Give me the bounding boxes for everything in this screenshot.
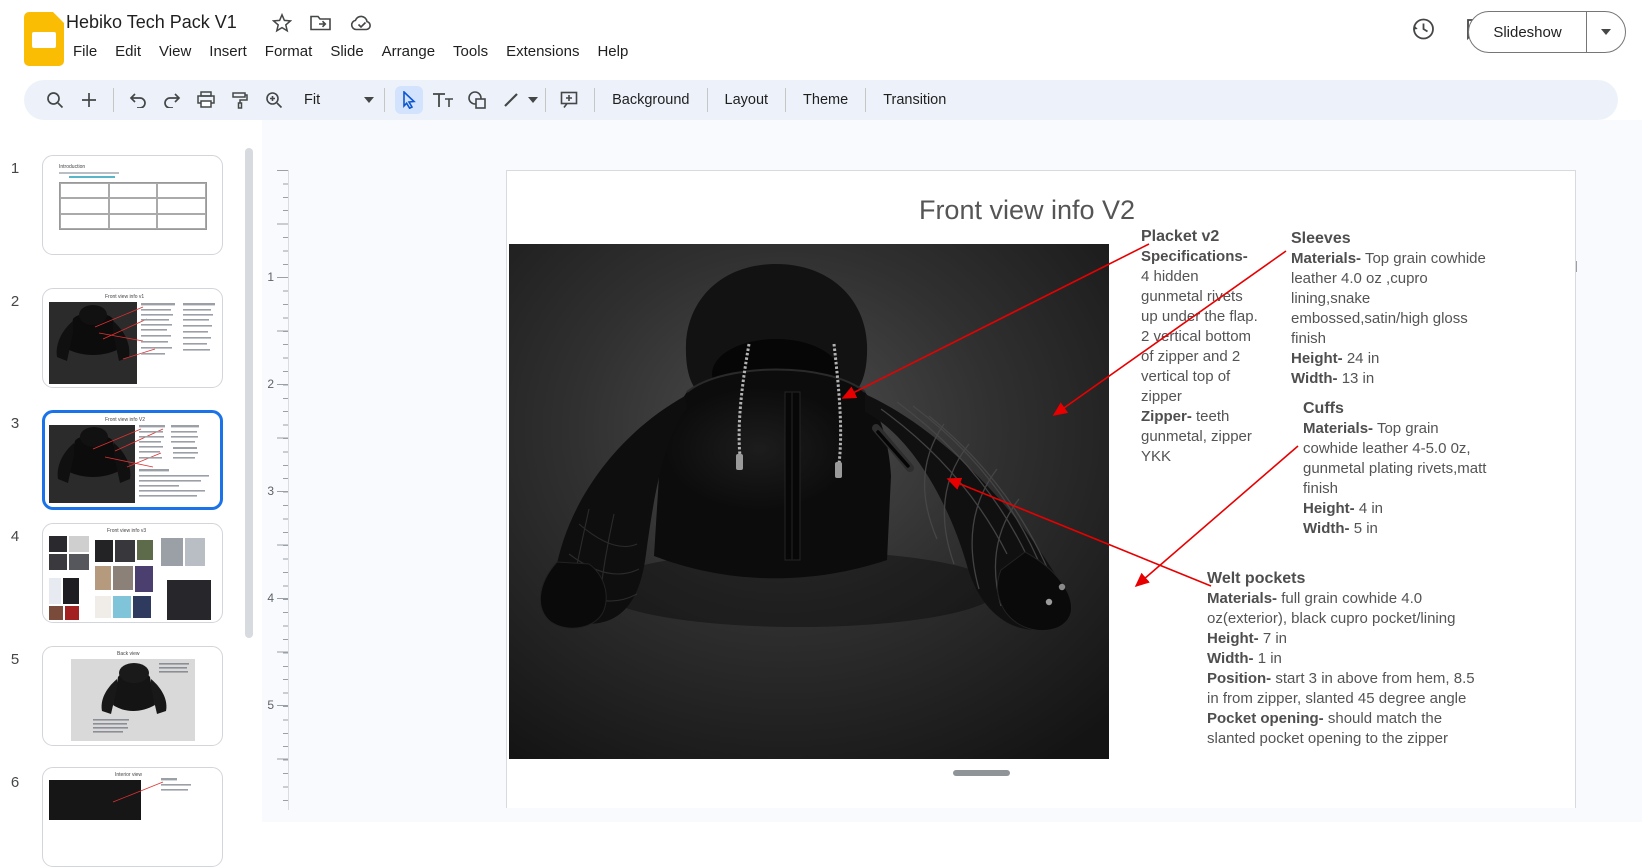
slide-canvas[interactable]: Front view info V2 bbox=[506, 170, 1576, 808]
thumbnail-art bbox=[43, 524, 223, 623]
slide-number: 2 bbox=[2, 293, 28, 310]
slideshow-dropdown-button[interactable] bbox=[1587, 29, 1625, 35]
annotation-sleeves[interactable]: Sleeves Materials- Top grain cowhide lea… bbox=[1291, 229, 1491, 389]
menu-format[interactable]: Format bbox=[256, 40, 322, 63]
text-box-icon[interactable] bbox=[429, 86, 457, 114]
filmstrip-panel: 1 Introduction 2 Front view info v1 3 bbox=[0, 120, 262, 822]
menu-insert[interactable]: Insert bbox=[200, 40, 256, 63]
vertical-ruler: 1 2 3 4 5 bbox=[258, 170, 292, 810]
menu-view[interactable]: View bbox=[150, 40, 200, 63]
print-icon[interactable] bbox=[192, 86, 220, 114]
slide-thumbnail-6[interactable]: Interior view bbox=[42, 767, 223, 867]
slide-title[interactable]: Front view info V2 bbox=[837, 195, 1217, 226]
line-tool-icon[interactable] bbox=[497, 86, 525, 114]
zoom-value: Fit bbox=[294, 92, 330, 108]
menu-extensions[interactable]: Extensions bbox=[497, 40, 588, 63]
slide-number: 1 bbox=[2, 160, 28, 177]
slides-logo-icon[interactable] bbox=[24, 12, 64, 66]
insert-comment-icon[interactable] bbox=[556, 86, 584, 114]
line-tool-caret-icon[interactable] bbox=[528, 97, 538, 103]
search-menus-icon[interactable] bbox=[41, 86, 69, 114]
toolbar: Fit Background Layout Theme Transition bbox=[24, 80, 1618, 120]
zoom-caret-icon bbox=[364, 97, 374, 103]
menu-file[interactable]: File bbox=[64, 40, 106, 63]
slide-thumbnail-3-selected[interactable]: Front view info V2 bbox=[42, 410, 223, 510]
annotation-placket[interactable]: Placket v2 Specifications- 4 hidden gunm… bbox=[1141, 227, 1259, 467]
thumbnail-art bbox=[43, 768, 223, 867]
menu-slide[interactable]: Slide bbox=[321, 40, 372, 63]
select-tool-icon[interactable] bbox=[395, 86, 423, 114]
slide-thumbnail-1[interactable]: Introduction bbox=[42, 155, 223, 255]
paint-format-icon[interactable] bbox=[226, 86, 254, 114]
slide-thumbnail-2[interactable]: Front view info v1 bbox=[42, 288, 223, 388]
cuff-arrow bbox=[1136, 446, 1298, 586]
slide-number: 4 bbox=[2, 528, 28, 545]
filmstrip-scrollbar[interactable] bbox=[245, 148, 253, 638]
slideshow-button-label: Slideshow bbox=[1469, 24, 1586, 41]
shape-tool-icon[interactable] bbox=[463, 86, 491, 114]
slide-number: 6 bbox=[2, 774, 28, 791]
menu-edit[interactable]: Edit bbox=[106, 40, 150, 63]
slide-number: 5 bbox=[2, 651, 28, 668]
slide-number: 3 bbox=[2, 415, 28, 432]
move-folder-icon[interactable] bbox=[310, 14, 332, 32]
thumbnail-art bbox=[45, 413, 222, 509]
transition-button[interactable]: Transition bbox=[873, 92, 956, 108]
menu-arrange[interactable]: Arrange bbox=[373, 40, 444, 63]
thumbnail-art bbox=[43, 289, 223, 388]
menu-help[interactable]: Help bbox=[588, 40, 637, 63]
layout-button[interactable]: Layout bbox=[715, 92, 779, 108]
slide-thumbnail-5[interactable]: Back view bbox=[42, 646, 223, 746]
background-button[interactable]: Background bbox=[602, 92, 699, 108]
theme-button[interactable]: Theme bbox=[793, 92, 858, 108]
redo-icon[interactable] bbox=[158, 86, 186, 114]
undo-icon[interactable] bbox=[124, 86, 152, 114]
slideshow-button[interactable]: Slideshow bbox=[1468, 11, 1626, 53]
cloud-saved-icon[interactable] bbox=[350, 14, 374, 32]
annotation-welt-pockets[interactable]: Welt pockets Materials- full grain cowhi… bbox=[1207, 569, 1475, 749]
menu-tools[interactable]: Tools bbox=[444, 40, 497, 63]
version-history-icon[interactable] bbox=[1410, 16, 1436, 42]
document-title[interactable]: Hebiko Tech Pack V1 bbox=[66, 12, 237, 33]
star-icon[interactable] bbox=[272, 13, 292, 33]
annotation-cuffs[interactable]: Cuffs Materials- Top grain cowhide leath… bbox=[1303, 399, 1493, 539]
slide-thumbnail-4[interactable]: Front view info v3 bbox=[42, 523, 223, 623]
zoom-in-icon[interactable] bbox=[260, 86, 288, 114]
zoom-select[interactable]: Fit bbox=[294, 86, 374, 114]
new-slide-plus-icon[interactable] bbox=[75, 86, 103, 114]
workspace: 1 Introduction 2 Front view info v1 3 bbox=[0, 120, 1642, 822]
thumbnail-table bbox=[59, 182, 207, 230]
thumbnail-art bbox=[43, 647, 223, 746]
canvas-horizontal-scrollbar[interactable] bbox=[953, 770, 1010, 776]
menu-bar: File Edit View Insert Format Slide Arran… bbox=[64, 40, 637, 63]
app-header: Hebiko Tech Pack V1 File Edit View Inser… bbox=[0, 0, 1642, 78]
jacket-image[interactable] bbox=[509, 244, 1109, 759]
